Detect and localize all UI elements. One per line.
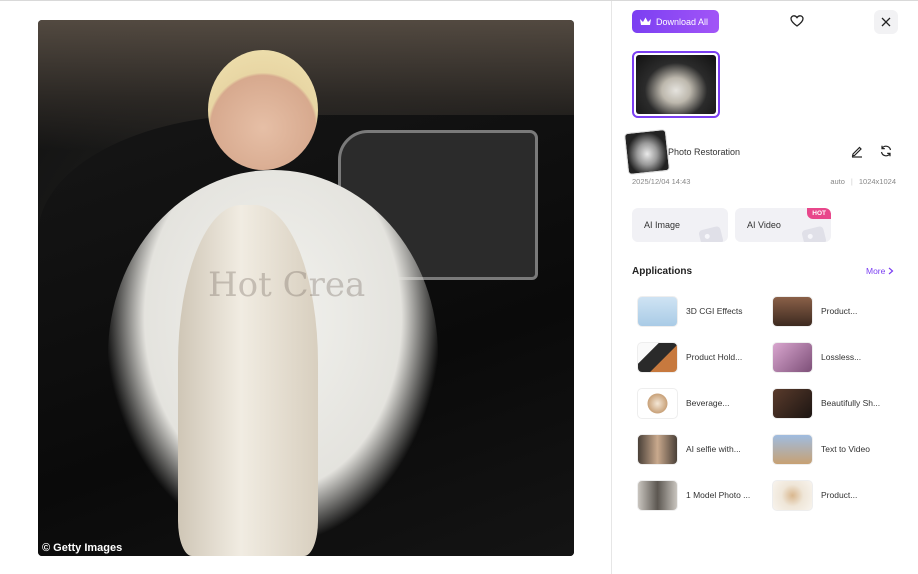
app-label: AI selfie with...: [686, 444, 741, 454]
app-thumbnail: [637, 433, 678, 465]
getty-watermark: © Getty Images: [42, 542, 123, 554]
output-resolution: 1024x1024: [858, 177, 896, 186]
hot-badge: HOT: [807, 208, 831, 219]
app-item-product-hold[interactable]: Product Hold...: [637, 340, 742, 374]
selected-result-thumbnail[interactable]: [632, 51, 720, 118]
crown-icon: [640, 17, 651, 26]
image-placeholder-icon: [698, 225, 724, 242]
ai-image-label: AI Image: [644, 220, 681, 230]
image-viewer: Hot Crea © Getty Images: [0, 1, 611, 574]
source-photo-thumbnail[interactable]: [623, 128, 671, 176]
app-label: Product...: [821, 306, 858, 316]
more-label: More: [866, 266, 886, 276]
app-thumbnail: [637, 295, 678, 327]
portrait-head: [208, 50, 318, 170]
app-thumbnail: [772, 433, 813, 465]
app-item-text-to-video[interactable]: Text to Video: [772, 432, 870, 466]
download-all-label: Download All: [656, 16, 709, 27]
app-label: Product...: [821, 490, 858, 500]
satin-dress: [178, 205, 318, 556]
close-button[interactable]: [874, 10, 898, 34]
app-label: 3D CGI Effects: [686, 306, 743, 316]
app-thumbnail: [772, 387, 813, 419]
more-link[interactable]: More: [866, 266, 894, 276]
app-thumbnail: [637, 341, 678, 373]
app-label: Beverage...: [686, 398, 730, 408]
app-item-1-model-photo[interactable]: 1 Model Photo ...: [637, 478, 750, 512]
applications-heading: Applications: [632, 266, 693, 277]
app-item-3d-cgi-effects[interactable]: 3D CGI Effects: [637, 294, 743, 328]
ai-video-card[interactable]: AI Video HOT: [735, 208, 831, 242]
app-thumbnail: [637, 387, 678, 419]
app-item-product-1[interactable]: Product...: [772, 294, 857, 328]
history-item-title: Photo Restoration: [668, 147, 741, 157]
app-thumbnail: [637, 479, 678, 511]
app-item-product-2[interactable]: Product...: [772, 478, 857, 512]
history-meta: auto | 1024x1024: [830, 177, 896, 186]
app-label: Lossless...: [821, 352, 862, 362]
app-label: Beautifully Sh...: [821, 398, 881, 408]
edit-pencil-icon[interactable]: [850, 144, 864, 158]
video-placeholder-icon: [801, 225, 827, 242]
app-thumbnail: [772, 341, 813, 373]
ai-image-card[interactable]: AI Image: [632, 208, 728, 242]
regenerate-icon[interactable]: [879, 144, 893, 158]
history-item: Photo Restoration: [623, 128, 906, 176]
app-label: Product Hold...: [686, 352, 743, 362]
app-label: 1 Model Photo ...: [686, 490, 751, 500]
history-date: 2025/12/04 14:43: [632, 177, 691, 186]
side-panel: Download All Photo Restoration 2025/12/0…: [612, 1, 918, 574]
app-label: Text to Video: [821, 444, 870, 454]
generated-photo[interactable]: Hot Crea © Getty Images: [38, 20, 574, 556]
ai-video-label: AI Video: [747, 220, 781, 230]
generation-mode: auto: [830, 177, 845, 186]
close-icon: [881, 17, 891, 27]
meta-separator: |: [850, 177, 853, 186]
favorite-heart-icon[interactable]: [790, 14, 804, 28]
app-item-lossless[interactable]: Lossless...: [772, 340, 861, 374]
app-item-beverage[interactable]: Beverage...: [637, 386, 729, 420]
app-thumbnail: [772, 479, 813, 511]
app-item-ai-selfie[interactable]: AI selfie with...: [637, 432, 741, 466]
faint-watermark: Hot Crea: [208, 265, 366, 305]
app-item-beautifully-shot[interactable]: Beautifully Sh...: [772, 386, 880, 420]
chevron-right-icon: [888, 267, 894, 275]
download-all-button[interactable]: Download All: [632, 10, 719, 33]
thumbnail-image: [636, 55, 716, 114]
app-thumbnail: [772, 295, 813, 327]
